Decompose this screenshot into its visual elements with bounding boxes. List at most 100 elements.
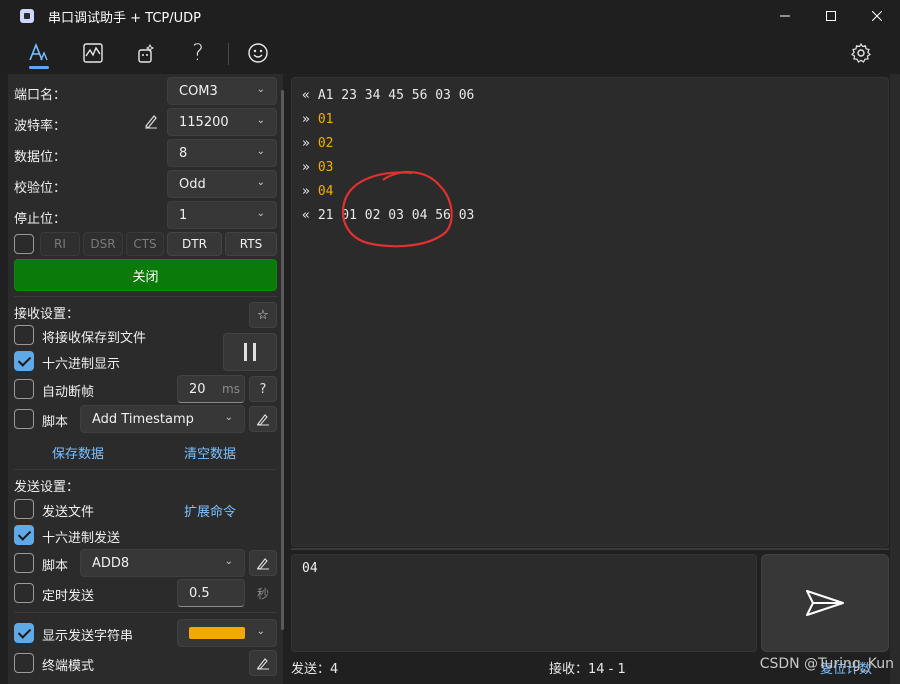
log-line: «21 01 02 03 04 56 03 [302,208,475,223]
chevron-down-icon: ⌄ [256,626,265,637]
pen-icon[interactable] [143,113,159,133]
show-send-label: 显示发送字符串 [42,629,134,644]
close-port-button[interactable]: 关闭 [14,259,277,291]
ri-button[interactable]: RI [40,232,80,256]
smile-icon[interactable] [245,40,271,66]
serial-icon[interactable] [26,40,52,66]
section-divider [14,612,277,613]
signal-checkbox[interactable] [14,234,34,254]
edit-script-icon[interactable] [249,406,277,432]
stopbits-select[interactable]: 1 ⌄ [167,201,277,229]
receive-log[interactable]: «A1 23 34 45 56 03 06 » 01 » 02 » 03 » 04 «2… [291,77,889,547]
received-count: 接收：14 - 1 [549,662,626,677]
send-file-label: 发送文件 [42,505,95,520]
recv-script-label: 脚本 [42,415,69,430]
dsr-button[interactable]: DSR [83,232,123,256]
chevron-down-icon: ⌄ [256,177,265,188]
hex-send-label: 十六进制发送 [42,531,121,546]
dtr-button[interactable]: DTR [167,232,222,256]
help-glyph: ? [192,40,204,66]
stopbits-label: 停止位： [14,212,67,227]
show-send-checkbox[interactable] [14,623,34,643]
send-settings-heading: 发送设置： [14,480,80,495]
timed-send-value: 0.5 [189,585,210,601]
send-button[interactable] [761,554,889,652]
chevron-down-icon: ⌄ [224,556,233,567]
edit-script-icon[interactable] [249,550,277,576]
settings-scrollbar[interactable] [281,90,284,630]
window-title: 串口调试助手 + TCP/UDP [48,10,201,26]
toolbar-separator [228,43,229,65]
send-script-select[interactable]: ADD8 ⌄ [80,549,245,577]
help-icon[interactable]: ? [185,40,211,66]
auto-frame-checkbox[interactable] [14,379,34,399]
parity-label: 校验位： [14,181,67,196]
star-icon[interactable]: ☆ [249,302,277,328]
sent-count: 发送：4 [291,662,339,677]
hex-display-label: 十六进制显示 [42,357,121,372]
timed-send-input[interactable]: 0.5 [177,579,245,607]
send-file-checkbox[interactable] [14,499,34,519]
log-line: «A1 23 34 45 56 03 06 [302,88,475,103]
auto-frame-unit: ms [222,382,240,396]
recv-script-checkbox[interactable] [14,409,34,429]
window-controls [762,0,900,32]
log-line: » 03 [302,160,334,175]
section-divider [14,469,277,470]
color-swatch [189,627,245,639]
baud-value: 115200 [179,114,229,130]
port-value: COM3 [179,83,218,99]
recv-script-select[interactable]: Add Timestamp ⌄ [80,405,245,433]
baud-label: 波特率： [14,119,67,134]
save-to-file-label: 将接收保存到文件 [42,331,147,346]
log-line: » 02 [302,136,334,151]
chart-icon[interactable] [80,40,106,66]
databits-value: 8 [179,145,188,161]
save-to-file-checkbox[interactable] [14,325,34,345]
section-divider [14,296,277,297]
rts-button[interactable]: RTS [225,232,277,256]
magic-icon[interactable] [133,40,159,66]
terminal-mode-label: 终端模式 [42,659,95,674]
cts-button[interactable]: CTS [126,232,164,256]
save-data-link[interactable]: 保存数据 [52,443,104,462]
send-text: 04 [302,561,318,576]
extend-command-link[interactable]: 扩展命令 [184,501,236,520]
auto-frame-label: 自动断帧 [42,385,95,400]
pause-button[interactable] [223,333,277,371]
recv-script-value: Add Timestamp [92,411,194,427]
panel-splitter[interactable] [291,548,889,550]
close-icon[interactable] [854,0,900,32]
hex-send-checkbox[interactable] [14,525,34,545]
databits-label: 数据位： [14,150,67,165]
log-line: » 01 [302,112,334,127]
parity-value: Odd [179,176,206,192]
hex-display-checkbox[interactable] [14,351,34,371]
help-button[interactable]: ? [249,376,277,402]
baud-select[interactable]: 115200 ⌄ [167,108,277,136]
maximize-icon[interactable] [808,0,854,32]
databits-select[interactable]: 8 ⌄ [167,139,277,167]
parity-select[interactable]: Odd ⌄ [167,170,277,198]
settings-icon[interactable] [848,40,874,66]
stopbits-value: 1 [179,207,188,223]
port-label: 端口名： [14,88,67,103]
port-select[interactable]: COM3 ⌄ [167,77,277,105]
terminal-mode-checkbox[interactable] [14,653,34,673]
send-script-label: 脚本 [42,559,69,574]
send-icon [806,590,844,616]
chevron-down-icon: ⌄ [256,146,265,157]
app-icon [20,9,34,23]
clear-data-link[interactable]: 清空数据 [184,443,236,462]
send-input[interactable]: 04 [291,554,757,652]
send-script-checkbox[interactable] [14,553,34,573]
minimize-icon[interactable] [762,0,808,32]
timed-send-checkbox[interactable] [14,583,34,603]
receive-settings-heading: 接收设置： [14,307,80,322]
edit-script-icon[interactable] [249,650,277,676]
log-line: » 04 [302,184,334,199]
chevron-down-icon: ⌄ [256,115,265,126]
send-color-select[interactable]: ⌄ [177,619,277,647]
chevron-down-icon: ⌄ [224,412,233,423]
timed-send-label: 定时发送 [42,589,95,604]
